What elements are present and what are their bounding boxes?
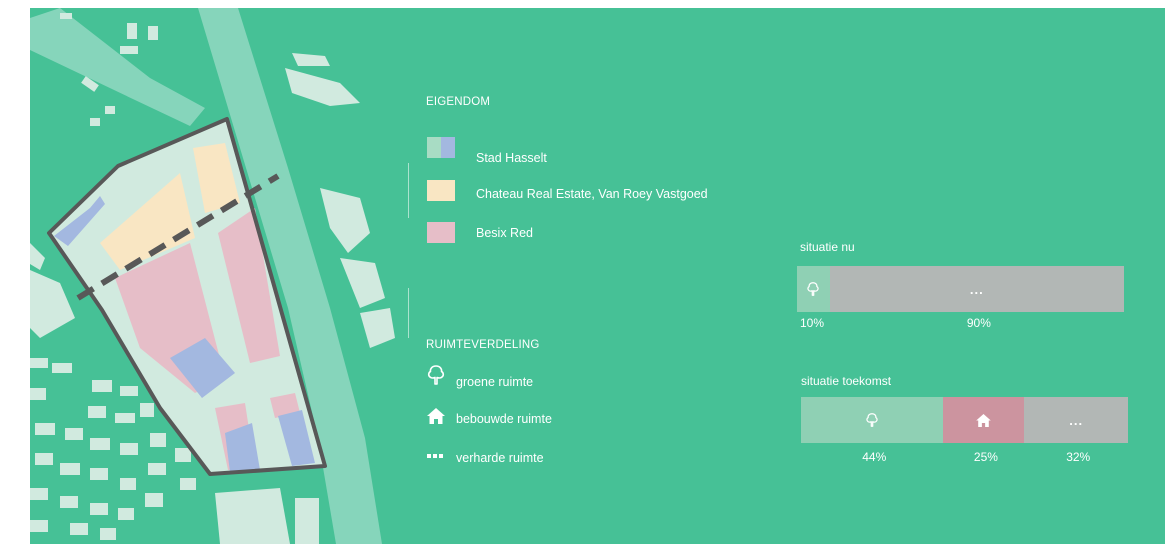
legend-label-paved-space: verharde ruimte [456, 451, 544, 465]
space-heading: RUIMTEVERDELING [426, 339, 540, 351]
infographic-panel: EIGENDOM Stad Hasselt Chateau Real Estat… [30, 8, 1165, 544]
bar-segment-green [797, 266, 830, 312]
legend-label-built-space: bebouwde ruimte [456, 412, 552, 426]
chart-now-title: situatie nu [800, 240, 855, 254]
legend-label-stad-hasselt: Stad Hasselt [476, 151, 547, 165]
bar-value-label-paved: 32% [1066, 450, 1091, 464]
chart-future-title: situatie toekomst [801, 374, 892, 388]
house-icon [976, 413, 992, 427]
legend-label-green-space: groene ruimte [456, 375, 534, 389]
ownership-heading: EIGENDOM [426, 96, 491, 108]
bar-value-label-paved: 90% [966, 316, 991, 330]
swatch-stad-hasselt [427, 137, 455, 158]
legend-label-besix-red: Besix Red [476, 226, 533, 240]
divider-top [408, 163, 409, 218]
segment-mark: ... [969, 281, 984, 297]
swatch-chateau [427, 180, 455, 201]
bar-segment-paved: ... [829, 266, 1124, 312]
bar-value-label-green: 44% [862, 450, 887, 464]
site-map [30, 8, 395, 544]
bar-value-label-built: 25% [973, 450, 998, 464]
swatch-besix-red [427, 222, 455, 243]
tree-icon [807, 282, 820, 296]
dashes-icon [427, 454, 443, 458]
tree-icon [427, 365, 445, 385]
chart-now-bar: ... [797, 266, 1124, 312]
divider-bottom [408, 288, 409, 338]
bar-segment-green [801, 397, 944, 443]
tree-icon [866, 413, 878, 427]
bar-segment-paved: ... [1024, 397, 1128, 443]
bar-segment-built [943, 397, 1025, 443]
legend-label-chateau: Chateau Real Estate, Van Roey Vastgoed [476, 187, 708, 201]
segment-mark: ... [1069, 412, 1084, 428]
house-icon [427, 408, 445, 424]
chart-future-bar: ... [801, 397, 1128, 443]
bar-value-label-green: 10% [800, 316, 825, 330]
